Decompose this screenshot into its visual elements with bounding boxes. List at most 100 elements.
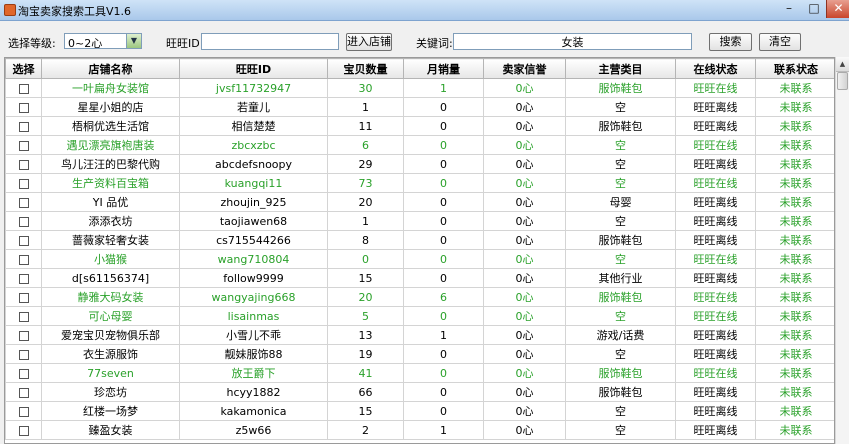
row-checkbox[interactable] <box>18 330 29 341</box>
row-checkbox[interactable] <box>18 216 29 227</box>
row-checkbox[interactable] <box>18 292 29 303</box>
column-header-contact-status[interactable]: 联系状态 <box>755 58 834 79</box>
monthly-sales-cell: 0 <box>403 97 484 117</box>
shop-name-cell: 星星小姐的店 <box>41 97 180 117</box>
row-checkbox[interactable] <box>18 387 29 398</box>
table-row[interactable]: 静雅大码女装 wangyajing668 20 6 0心 服饰鞋包 旺旺在线 未联系 <box>5 287 834 307</box>
row-checkbox[interactable] <box>18 235 29 246</box>
vertical-scrollbar[interactable]: ▲ <box>835 57 849 444</box>
row-select-cell <box>5 401 42 421</box>
row-checkbox[interactable] <box>18 197 29 208</box>
row-select-cell <box>5 135 42 155</box>
row-checkbox[interactable] <box>18 254 29 265</box>
monthly-sales-cell: 0 <box>403 344 484 364</box>
maximize-button[interactable]: □ <box>802 0 826 18</box>
column-header-select[interactable]: 选择 <box>5 58 42 79</box>
column-header-seller-credit[interactable]: 卖家信誉 <box>483 58 566 79</box>
table-row[interactable]: 生产资料百宝箱 kuangqi11 73 0 0心空旺旺在线 未联系 <box>5 173 834 193</box>
row-checkbox[interactable] <box>18 273 29 284</box>
chevron-down-icon[interactable]: ▼ <box>126 34 141 48</box>
column-header-shop-name[interactable]: 店铺名称 <box>41 58 180 79</box>
item-count-cell: 11 <box>327 116 404 136</box>
row-checkbox[interactable] <box>18 159 29 170</box>
row-select-cell <box>5 268 42 288</box>
table-row[interactable]: 红楼一场梦 kakamonica 15 0 0心空旺旺离线 未联系 <box>5 401 834 421</box>
monthly-sales-cell: 1 <box>403 78 484 98</box>
row-checkbox[interactable] <box>18 425 29 436</box>
scroll-up-arrow-icon[interactable]: ▲ <box>836 57 849 72</box>
column-header-item-count[interactable]: 宝贝数量 <box>327 58 404 79</box>
monthly-sales-cell: 0 <box>403 230 484 250</box>
seller-credit-cell: 0心 <box>483 420 566 440</box>
column-header-monthly-sales[interactable]: 月销量 <box>403 58 484 79</box>
contact-status-cell: 未联系 <box>755 306 834 326</box>
keyword-input[interactable] <box>453 33 692 50</box>
item-count-cell: 1 <box>327 211 404 231</box>
level-select[interactable]: 0~2心 ▼ <box>64 33 142 50</box>
column-header-online-status[interactable]: 在线状态 <box>675 58 756 79</box>
enter-shop-button[interactable]: 进入店铺 <box>346 33 392 51</box>
item-count-cell: 8 <box>327 230 404 250</box>
table-row[interactable]: 梧桐优选生活馆 相信楚楚 11 0 0心 服饰鞋包 旺旺离线 未联系 <box>5 116 834 136</box>
table-row[interactable]: 臻盈女装 z5w66 2 1 0心空旺旺离线 未联系 <box>5 420 834 440</box>
item-count-cell: 13 <box>327 325 404 345</box>
column-header-main-category[interactable]: 主营类目 <box>565 58 676 79</box>
contact-status-cell: 未联系 <box>755 230 834 250</box>
row-checkbox[interactable] <box>18 349 29 360</box>
row-checkbox[interactable] <box>18 368 29 379</box>
monthly-sales-cell: 6 <box>403 287 484 307</box>
clear-button[interactable]: 清空 <box>759 33 801 51</box>
table-row[interactable]: 一叶扁舟女装馆 jvsf11732947 30 1 0心 服饰鞋包 旺旺在线 未联系 <box>5 78 834 98</box>
table-row[interactable]: 蔷薇家轻奢女装 cs715544266 8 0 0心 服饰鞋包 旺旺离线 未联系 <box>5 230 834 250</box>
table-row[interactable]: 鸟儿汪汪的巴黎代购 abcdefsnoopy 29 0 0心空旺旺离线 未联系 <box>5 154 834 174</box>
online-status-cell: 旺旺离线 <box>675 230 756 250</box>
table-row[interactable]: 77seven 放王爵下 41 0 0心 服饰鞋包 旺旺在线 未联系 <box>5 363 834 383</box>
table-row[interactable]: 遇见漂亮旗袍唐装 zbcxzbc 6 0 0心空旺旺在线 未联系 <box>5 135 834 155</box>
main-category-cell: 空 <box>565 401 676 421</box>
row-checkbox[interactable] <box>18 102 29 113</box>
wangwang-id-cell: 相信楚楚 <box>179 116 328 136</box>
table-row[interactable]: 珍恋坊 hcyy1882 66 0 0心 服饰鞋包 旺旺离线 未联系 <box>5 382 834 402</box>
item-count-cell: 2 <box>327 420 404 440</box>
item-count-cell: 66 <box>327 382 404 402</box>
wangwang-id-cell: wang710804 <box>179 249 328 269</box>
column-header-wangwang-id[interactable]: 旺旺ID <box>179 58 328 79</box>
row-checkbox[interactable] <box>18 140 29 151</box>
table-row[interactable]: 小猫猴 wang710804 0 0 0心空旺旺在线 未联系 <box>5 249 834 269</box>
row-checkbox[interactable] <box>18 406 29 417</box>
contact-status-cell: 未联系 <box>755 97 834 117</box>
seller-credit-cell: 0心 <box>483 211 566 231</box>
seller-credit-cell: 0心 <box>483 78 566 98</box>
row-select-cell <box>5 116 42 136</box>
main-category-cell: 空 <box>565 249 676 269</box>
table-row[interactable]: 爱宠宝贝宠物俱乐部 小雪儿不乖 13 1 0心 游戏/话费 旺旺离线 未联系 <box>5 325 834 345</box>
item-count-cell: 0 <box>327 249 404 269</box>
monthly-sales-cell: 0 <box>403 192 484 212</box>
search-button[interactable]: 搜索 <box>709 33 752 51</box>
close-button[interactable]: ✕ <box>826 0 849 18</box>
table-row[interactable]: YI 品优 zhoujin_925 20 0 0心 母婴 旺旺离线 未联系 <box>5 192 834 212</box>
table-row[interactable]: 添添衣坊 taojiawen68 1 0 0心空旺旺离线 未联系 <box>5 211 834 231</box>
table-row[interactable]: 星星小姐的店 若童儿 1 0 0心空旺旺离线 未联系 <box>5 97 834 117</box>
row-checkbox[interactable] <box>18 311 29 322</box>
row-checkbox[interactable] <box>18 178 29 189</box>
monthly-sales-cell: 1 <box>403 420 484 440</box>
table-row[interactable]: 可心母婴 lisainmas 5 0 0心空旺旺在线 未联系 <box>5 306 834 326</box>
wangwang-id-cell: zbcxzbc <box>179 135 328 155</box>
minimize-button[interactable]: – <box>776 0 802 18</box>
scroll-thumb[interactable] <box>837 72 848 90</box>
monthly-sales-cell: 0 <box>403 268 484 288</box>
online-status-cell: 旺旺离线 <box>675 420 756 440</box>
table-row[interactable]: 衣生源服饰 靓妹服饰88 19 0 0心空旺旺离线 未联系 <box>5 344 834 364</box>
seller-credit-cell: 0心 <box>483 363 566 383</box>
shop-name-cell: 红楼一场梦 <box>41 401 180 421</box>
row-checkbox[interactable] <box>18 121 29 132</box>
shop-name-cell: 一叶扁舟女装馆 <box>41 78 180 98</box>
table-row[interactable]: d[s61156374] follow9999 15 0 0心 其他行业 旺旺离线 未联系 <box>5 268 834 288</box>
wangwang-id-input[interactable] <box>201 33 339 50</box>
search-toolbar: 选择等级: 0~2心 ▼ 旺旺ID: 进入店铺 关键词: 搜索 清空 <box>0 21 849 55</box>
shop-name-cell: 小猫猴 <box>41 249 180 269</box>
row-checkbox[interactable] <box>18 83 29 94</box>
shop-name-cell: 可心母婴 <box>41 306 180 326</box>
shop-name-cell: 添添衣坊 <box>41 211 180 231</box>
